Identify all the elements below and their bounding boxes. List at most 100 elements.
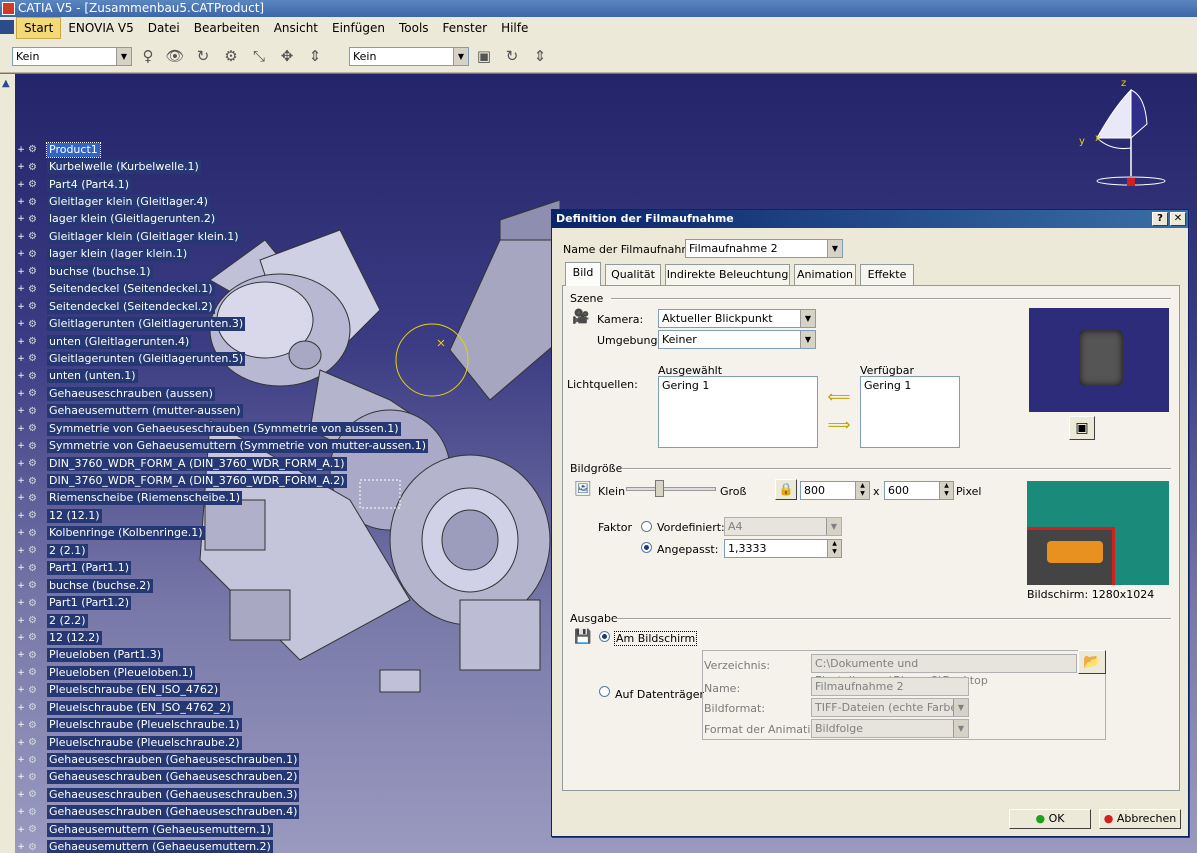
tab-animation[interactable]: Animation [794,264,856,285]
tree-item[interactable]: + ⚙ Symmetrie von Gehaeuseschrauben (Symme… [16,420,428,437]
tree-item[interactable]: + ⚙ Gehaeuseschrauben (Gehaeuseschrauben.3… [16,786,428,803]
tree-item[interactable]: + ⚙ Gehaeusemuttern (mutter-aussen) [16,403,428,420]
tree-item[interactable]: + ⚙ lager klein (Gleitlagerunten.2) [16,211,428,228]
tree-item[interactable]: + ⚙ Symmetrie von Gehaeusemuttern (Symmetr… [16,437,429,454]
menu-bearbeiten[interactable]: Bearbeiten [187,18,267,38]
tree-item-label[interactable]: Gleitlager klein (Gleitlager.4) [47,195,210,210]
tree-item[interactable]: + ⚙ Riemenscheibe (Riemenscheibe.1) [16,490,428,507]
movie-name-combo[interactable]: Filmaufnahme 2 ▼ [685,239,843,258]
expand-icon[interactable]: + [16,319,26,329]
tree-item[interactable]: + ⚙ Part1 (Part1.1) [16,560,428,577]
expand-icon[interactable]: + [16,162,26,172]
gear-rotate-icon[interactable]: ⚙ [220,46,242,66]
rotate-icon[interactable]: ↻ [501,46,523,66]
menu-datei[interactable]: Datei [141,18,187,38]
tree-item-label[interactable]: lager klein (Gleitlagerunten.2) [47,212,218,227]
move-left-arrow-icon[interactable]: ⟸ [821,389,857,406]
chevron-down-icon[interactable]: ▼ [826,518,841,535]
chevron-down-icon[interactable]: ▼ [453,48,468,65]
tree-item-label[interactable]: DIN_3760_WDR_FORM_A (DIN_3760_WDR_FORM_A… [47,456,347,471]
tree-item-label[interactable]: 12 (12.2) [47,630,102,645]
width-input[interactable]: 800 ▲ ▼ [800,481,870,500]
spinner-icon[interactable]: ▲ ▼ [855,482,869,499]
tree-item[interactable]: + ⚙ Gleitlager klein (Gleitlager klein.1) [16,228,428,245]
toolbar-combo-2[interactable]: Kein ▼ [349,47,469,66]
expand-icon[interactable]: + [16,337,26,347]
tree-item-label[interactable]: Gleitlagerunten (Gleitlagerunten.5) [47,351,246,366]
expand-icon[interactable]: + [16,406,26,416]
expand-icon[interactable]: + [16,267,26,277]
expand-icon[interactable]: + [16,389,26,399]
compass-axis-graphic[interactable]: z y x [1075,76,1175,191]
auf-datentraeger-radio[interactable] [599,686,610,697]
size-slider-track[interactable] [626,487,716,491]
tree-item-label[interactable]: Part4 (Part4.1) [47,177,132,192]
ok-button[interactable]: ● OK [1009,809,1091,829]
tree-item[interactable]: + ⚙ Gleitlagerunten (Gleitlagerunten.5) [16,350,428,367]
system-menu-icon[interactable] [0,20,14,34]
expand-icon[interactable]: + [16,249,26,259]
expand-icon[interactable]: + [16,546,26,556]
arrow-up-icon[interactable]: ▲ [2,78,10,89]
tree-item[interactable]: + ⚙ buchse (buchse.2) [16,577,428,594]
tree-item-label[interactable]: Gehaeuseschrauben (aussen) [47,386,215,401]
angepasst-input[interactable]: 1,3333 ▲ ▼ [724,539,842,558]
tree-item[interactable]: + ⚙ Seitendeckel (Seitendeckel.2) [16,298,428,315]
chevron-down-icon[interactable]: ▼ [800,331,815,348]
expand-icon[interactable]: + [16,738,26,748]
left-scrollbar[interactable]: ▲ [0,74,15,853]
tree-item[interactable]: + ⚙ Kurbelwelle (Kurbelwelle.1) [16,158,428,175]
folder-browse-icon[interactable]: 📂 [1078,650,1106,674]
tree-item[interactable]: + ⚙ Gehaeuseschrauben (Gehaeuseschrauben.4… [16,804,428,821]
chevron-down-icon[interactable]: ▼ [827,240,842,257]
expand-icon[interactable]: + [16,703,26,713]
tree-item-label[interactable]: Pleuelschraube (EN_ISO_4762_2) [47,700,233,715]
tree-item[interactable]: + ⚙ 12 (12.2) [16,629,428,646]
available-lights-list[interactable]: Gering 1 [860,376,960,448]
tree-item-label[interactable]: Riemenscheibe (Riemenscheibe.1) [47,491,243,506]
lock-ratio-icon[interactable]: 🔒 [775,479,797,500]
menu-enovia[interactable]: ENOVIA V5 [61,18,140,38]
translate-icon[interactable]: ⇕ [529,46,551,66]
tree-item-label[interactable]: 12 (12.1) [47,508,102,523]
tree-item[interactable]: + ⚙ Pleuelschraube (Pleuelschraube.1) [16,716,428,733]
am-bildschirm-radio[interactable] [599,631,610,642]
vordefiniert-radio[interactable] [641,521,652,532]
tree-item-label[interactable]: Part1 (Part1.1) [47,561,132,576]
expand-icon[interactable]: + [16,232,26,242]
tree-item-label[interactable]: 2 (2.1) [47,543,88,558]
expand-icon[interactable]: + [16,441,26,451]
tree-item-label[interactable]: Gleitlagerunten (Gleitlagerunten.3) [47,317,246,332]
expand-icon[interactable]: + [16,424,26,434]
expand-icon[interactable]: + [16,563,26,573]
expand-icon[interactable]: + [16,284,26,294]
tree-item[interactable]: + ⚙ 12 (12.1) [16,507,428,524]
camera-capture-button[interactable]: ▣ [1069,416,1095,440]
tree-item[interactable]: + ⚙ Gehaeusemuttern (Gehaeusemuttern.2) [16,839,428,853]
menu-start[interactable]: Start [16,17,62,39]
tree-item-label[interactable]: lager klein (lager klein.1) [47,247,190,262]
expand-icon[interactable]: + [16,807,26,817]
move-right-arrow-icon[interactable]: ⟹ [821,417,857,434]
tree-item[interactable]: + ⚙ Part1 (Part1.2) [16,594,428,611]
tree-item-label[interactable]: Symmetrie von Gehaeuseschrauben (Symmetr… [47,421,401,436]
tree-item-label[interactable]: Pleueloben (Part1.3) [47,648,163,663]
tree-item-label[interactable]: Symmetrie von Gehaeusemuttern (Symmetrie… [47,439,429,454]
height-input[interactable]: 600 ▲ ▼ [884,481,954,500]
expand-icon[interactable]: + [16,354,26,364]
format-animation-combo[interactable]: Bildfolge ▼ [811,719,969,738]
lightbulb-icon[interactable]: ♀ [137,46,159,66]
vordefiniert-combo[interactable]: A4 ▼ [724,517,842,536]
eye-icon[interactable]: 👁 [164,46,186,66]
tree-item[interactable]: + ⚙ Pleueloben (Pleueloben.1) [16,664,428,681]
expand-icon[interactable]: + [16,755,26,765]
toolbar-combo-1[interactable]: Kein ▼ [12,47,132,66]
tree-item-label[interactable]: unten (unten.1) [47,369,138,384]
expand-icon[interactable]: + [16,528,26,538]
close-button[interactable]: ✕ [1170,212,1186,226]
tree-item-label[interactable]: Gehaeuseschrauben (Gehaeuseschrauben.4) [47,805,300,820]
tree-item-label[interactable]: Gehaeuseschrauben (Gehaeuseschrauben.1) [47,753,300,768]
tree-item[interactable]: + ⚙ Pleuelschraube (EN_ISO_4762_2) [16,699,428,716]
tree-item[interactable]: + ⚙ Gleitlager klein (Gleitlager.4) [16,193,428,210]
tree-item[interactable]: + ⚙ Seitendeckel (Seitendeckel.1) [16,281,428,298]
